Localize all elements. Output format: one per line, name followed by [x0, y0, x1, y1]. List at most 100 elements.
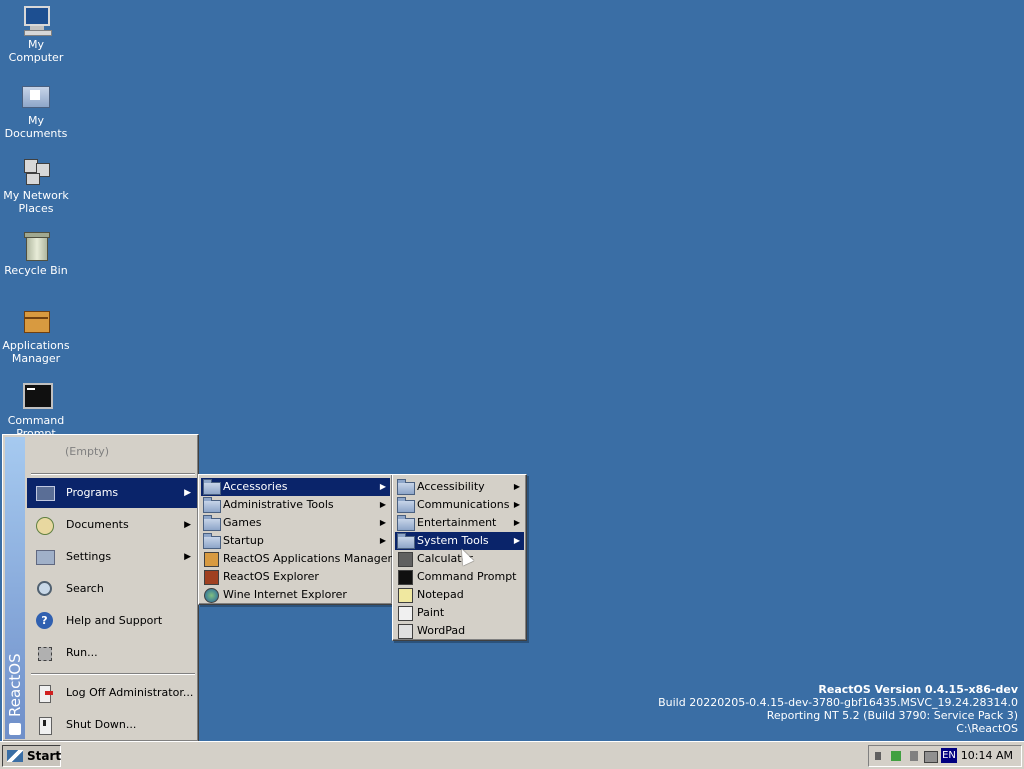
reactos-logo-icon: [9, 723, 21, 735]
menu-label: Log Off Administrator...: [66, 686, 194, 699]
menu-item-reactos-explorer[interactable]: ReactOS Explorer: [201, 568, 390, 586]
command-prompt-icon: [397, 569, 413, 585]
build-line: Build 20220205-0.4.15-dev-3780-gbf16435.…: [658, 696, 1018, 709]
taskbar: Start EN 10:14 AM: [0, 741, 1024, 769]
desktop-icon-my-documents[interactable]: My Documents: [0, 80, 72, 140]
menu-label: Administrative Tools: [223, 498, 334, 511]
menu-item-reactos-applications-manager[interactable]: ReactOS Applications Manager: [201, 550, 392, 568]
start-menu: ReactOS (Empty) Programs ▶ Documents ▶ S…: [2, 434, 199, 742]
volume-icon[interactable]: [873, 749, 887, 763]
menu-label: Documents: [66, 518, 129, 531]
start-menu-run[interactable]: Run...: [27, 638, 197, 668]
safely-remove-icon[interactable]: [889, 749, 903, 763]
programs-submenu: Accessories ▶ Administrative Tools ▶ Gam…: [198, 474, 393, 605]
menu-item-paint[interactable]: Paint: [395, 604, 524, 622]
folder-icon: [397, 497, 415, 513]
desktop-icon-applications-manager[interactable]: Applications Manager: [0, 305, 72, 365]
submenu-arrow-icon: ▶: [379, 482, 386, 491]
globe-icon: [203, 587, 219, 603]
help-icon: ?: [35, 612, 55, 630]
power-icon[interactable]: [907, 749, 921, 763]
brand-text: ReactOS: [6, 653, 24, 717]
menu-separator: [31, 673, 195, 675]
menu-item-accessories[interactable]: Accessories ▶: [201, 478, 390, 496]
start-menu-documents[interactable]: Documents ▶: [27, 510, 197, 540]
menu-item-wine-internet-explorer[interactable]: Wine Internet Explorer: [201, 586, 390, 604]
start-menu-log-off[interactable]: Log Off Administrator...: [27, 678, 197, 708]
menu-item-accessibility[interactable]: Accessibility ▶: [395, 478, 524, 496]
shut-down-icon: [35, 716, 55, 735]
menu-label: Accessories: [223, 480, 288, 493]
menu-label: Paint: [417, 606, 445, 619]
reporting-line: Reporting NT 5.2 (Build 3790: Service Pa…: [766, 709, 1018, 722]
documents-icon: [35, 516, 55, 535]
menu-item-wordpad[interactable]: WordPad: [395, 622, 524, 640]
my-documents-icon: [20, 80, 52, 112]
reactos-logo-icon: [7, 750, 23, 762]
clock[interactable]: 10:14 AM: [961, 746, 1013, 766]
desktop-icon-recycle-bin[interactable]: Recycle Bin: [0, 230, 72, 277]
submenu-arrow-icon: ▶: [513, 500, 520, 509]
menu-item-command-prompt[interactable]: Command Prompt: [395, 568, 524, 586]
recent-empty-label: (Empty): [65, 445, 110, 458]
start-menu-shut-down[interactable]: Shut Down...: [27, 710, 197, 740]
menu-label: ReactOS Explorer: [223, 570, 319, 583]
language-indicator[interactable]: EN: [941, 748, 957, 763]
folder-icon: [203, 497, 221, 513]
menu-item-communications[interactable]: Communications ▶: [395, 496, 524, 514]
menu-item-notepad[interactable]: Notepad: [395, 586, 524, 604]
path-line: C:\ReactOS: [956, 722, 1018, 735]
search-icon: [35, 580, 55, 598]
menu-label: System Tools: [417, 534, 489, 547]
submenu-arrow-icon: ▶: [184, 520, 191, 530]
version-info: ReactOS Version 0.4.15-x86-dev Build 202…: [658, 683, 1018, 735]
settings-icon: [35, 548, 55, 566]
wordpad-icon: [397, 623, 413, 639]
submenu-arrow-icon: ▶: [513, 536, 520, 545]
network-icon[interactable]: [923, 749, 938, 763]
desktop-icon-my-computer[interactable]: My Computer: [0, 4, 72, 64]
menu-label: Search: [66, 582, 104, 595]
desktop-icon-label: My Documents: [4, 114, 68, 140]
start-button[interactable]: Start: [2, 745, 61, 767]
menu-label: Accessibility: [417, 480, 485, 493]
submenu-arrow-icon: ▶: [379, 518, 386, 527]
my-computer-icon: [20, 4, 52, 36]
menu-item-games[interactable]: Games ▶: [201, 514, 390, 532]
menu-item-system-tools[interactable]: System Tools ▶: [395, 532, 524, 550]
start-menu-search[interactable]: Search: [27, 574, 197, 604]
menu-label: Settings: [66, 550, 112, 563]
applications-manager-icon: [203, 551, 219, 567]
folder-icon: [397, 479, 415, 495]
menu-item-administrative-tools[interactable]: Administrative Tools ▶: [201, 496, 390, 514]
submenu-arrow-icon: ▶: [379, 500, 386, 509]
folder-icon: [397, 515, 415, 531]
start-menu-settings[interactable]: Settings ▶: [27, 542, 197, 572]
menu-item-entertainment[interactable]: Entertainment ▶: [395, 514, 524, 532]
desktop-icon-label: My Network Places: [3, 189, 69, 215]
run-icon: [35, 644, 55, 662]
desktop-icon-command-prompt[interactable]: Command Prompt: [0, 380, 72, 440]
log-off-icon: [35, 684, 55, 703]
recycle-bin-icon: [20, 230, 52, 262]
menu-label: Help and Support: [66, 614, 163, 627]
notepad-icon: [397, 587, 413, 603]
network-places-icon: [20, 155, 52, 187]
start-menu-help[interactable]: ? Help and Support: [27, 606, 197, 636]
desktop-icon-network-places[interactable]: My Network Places: [0, 155, 72, 215]
menu-separator: [31, 473, 195, 475]
menu-label: Communications: [417, 498, 510, 511]
submenu-arrow-icon: ▶: [184, 552, 191, 562]
start-label: Start: [27, 749, 62, 763]
start-menu-banner: ReactOS: [5, 437, 25, 739]
menu-item-startup[interactable]: Startup ▶: [201, 532, 390, 550]
menu-label: Entertainment: [417, 516, 497, 529]
system-tray: EN 10:14 AM: [868, 745, 1022, 767]
submenu-arrow-icon: ▶: [184, 488, 191, 498]
programs-icon: [35, 484, 55, 502]
desktop-icon-label: Applications Manager: [2, 339, 70, 365]
applications-manager-icon: [20, 305, 52, 337]
folder-icon: [203, 515, 221, 531]
folder-icon: [397, 533, 415, 549]
start-menu-programs[interactable]: Programs ▶: [27, 478, 197, 508]
